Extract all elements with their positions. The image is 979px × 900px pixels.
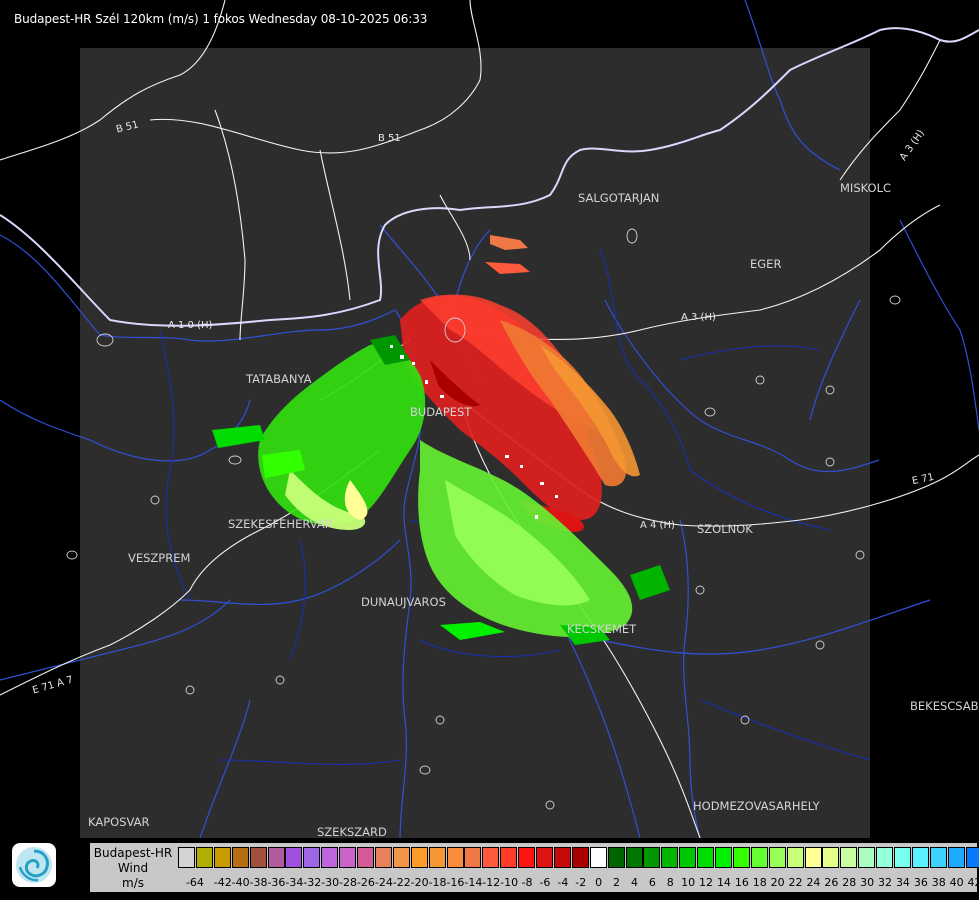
city-label-szekesfehervar: SZEKESFEHERVAR [228, 517, 333, 531]
legend-swatch [911, 847, 929, 868]
legend-swatch [553, 847, 571, 868]
city-label-eger: EGER [750, 257, 782, 271]
legend-title-quantity: Wind [117, 861, 149, 875]
legend-swatch [428, 847, 446, 868]
legend-swatch [661, 847, 679, 868]
legend-swatch [392, 847, 410, 868]
road-label-a4: A 4 (H) [640, 520, 675, 531]
legend-swatch [625, 847, 643, 868]
city-label-veszprem: VESZPREM [128, 551, 191, 565]
city-label-dunaujvaros: DUNAUJVAROS [361, 595, 446, 609]
legend-swatch [446, 847, 464, 868]
legend-swatch [267, 847, 285, 868]
legend-swatch [607, 847, 625, 868]
road-label-a10: A 1 0 (H) [168, 320, 213, 331]
legend-swatch [464, 847, 482, 868]
legend-swatch [518, 847, 536, 868]
road-label-a3: A 3 (H) [681, 312, 716, 323]
legend-swatch [213, 847, 231, 868]
legend-swatch [894, 847, 911, 868]
legend-swatch [321, 847, 339, 868]
city-label-salgotarjan: SALGOTARJAN [578, 191, 660, 205]
legend-swatch [786, 847, 804, 868]
city-label-bekescsaba: BEKESCSABA [910, 699, 979, 713]
legend-swatch [357, 847, 374, 868]
legend-title-unit: m/s [122, 876, 144, 890]
legend-title: Budapest-HR Wind m/s [90, 846, 176, 891]
radar-map [0, 0, 979, 900]
wind-legend: Budapest-HR Wind m/s -64 -42 -40 -38 -36 -34-… [90, 843, 979, 892]
legend-swatch [374, 847, 392, 868]
legend-swatch [195, 847, 213, 868]
legend-swatch [303, 847, 321, 868]
city-label-kaposvar: KAPOSVAR [88, 815, 150, 829]
city-label-budapest: BUDAPEST [410, 405, 472, 419]
city-label-szekszard: SZEKSZARD [317, 825, 387, 839]
swirl-logo-icon [16, 847, 52, 883]
legend-swatch [679, 847, 697, 868]
legend-swatch [929, 847, 947, 868]
legend-swatch [589, 847, 607, 868]
road-label-b51-east: B 51 [378, 133, 401, 144]
legend-tick-label: 42 [967, 876, 979, 889]
city-label-szolnok: SZOLNOK [697, 522, 753, 536]
legend-swatch [732, 847, 750, 868]
legend-swatch [947, 847, 965, 868]
legend-swatch [339, 847, 357, 868]
legend-swatch [500, 847, 518, 868]
legend-swatch [715, 847, 732, 868]
legend-swatch [876, 847, 894, 868]
legend-swatch [840, 847, 858, 868]
legend-swatch [571, 847, 589, 868]
legend-swatch [231, 847, 249, 868]
legend-swatch [178, 847, 195, 868]
legend-swatch [822, 847, 840, 868]
legend-swatch [536, 847, 553, 868]
legend-swatch [285, 847, 303, 868]
legend-swatch [750, 847, 768, 868]
legend-title-source: Budapest-HR [93, 846, 173, 860]
legend-swatch [697, 847, 715, 868]
city-label-tatabanya: TATABANYA [246, 372, 312, 386]
legend-swatch [249, 847, 267, 868]
page-title: Budapest-HR Szél 120km (m/s) 1 fokos Wed… [14, 12, 428, 26]
legend-swatch [643, 847, 661, 868]
legend-swatch [768, 847, 786, 868]
legend-swatch [858, 847, 876, 868]
weather-service-logo [12, 843, 56, 887]
legend-swatch [965, 847, 979, 868]
legend-tick-label: -64 [185, 876, 204, 889]
city-label-miskolc: MISKOLC [840, 181, 892, 195]
legend-swatch [410, 847, 428, 868]
city-label-kecskemet: KECSKEMET [567, 622, 637, 636]
legend-swatch [804, 847, 822, 868]
legend-swatch [482, 847, 500, 868]
city-label-hodmezovasarhely: HODMEZOVASARHELY [693, 799, 820, 813]
